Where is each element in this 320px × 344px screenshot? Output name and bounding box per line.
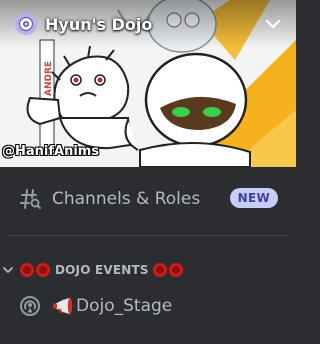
channels-and-roles[interactable]: Channels & Roles NEW (8, 178, 288, 220)
red-circle-emoji (20, 263, 50, 277)
channel-label: Dojo_Stage (76, 296, 173, 316)
divider (8, 235, 288, 236)
red-circle-emoji (152, 263, 183, 277)
server-avatar-icon (15, 13, 37, 35)
stage-icon (20, 296, 40, 316)
banner-side-text: ANDRE (44, 61, 54, 96)
category-dojo-events[interactable]: DOJO EVENTS (2, 259, 183, 281)
banner-watermark: @HanifAnims (2, 144, 100, 159)
category-label: DOJO EVENTS (55, 263, 149, 277)
new-badge: NEW (229, 188, 278, 208)
megaphone-emoji (53, 297, 73, 315)
server-header[interactable]: Hyun's Dojo (0, 0, 296, 48)
hash-search-icon (20, 189, 41, 209)
svg-text:ANDRE: ANDRE (44, 61, 54, 96)
server-name: Hyun's Dojo (45, 14, 153, 34)
channels-and-roles-label: Channels & Roles (52, 189, 201, 209)
channel-dojo-stage[interactable]: Dojo_Stage (8, 289, 288, 323)
chevron-down-icon (3, 267, 13, 273)
server-banner[interactable]: @HanifAnims ANDRE Hyun's Dojo (0, 0, 296, 167)
chevron-down-icon[interactable] (264, 17, 282, 31)
